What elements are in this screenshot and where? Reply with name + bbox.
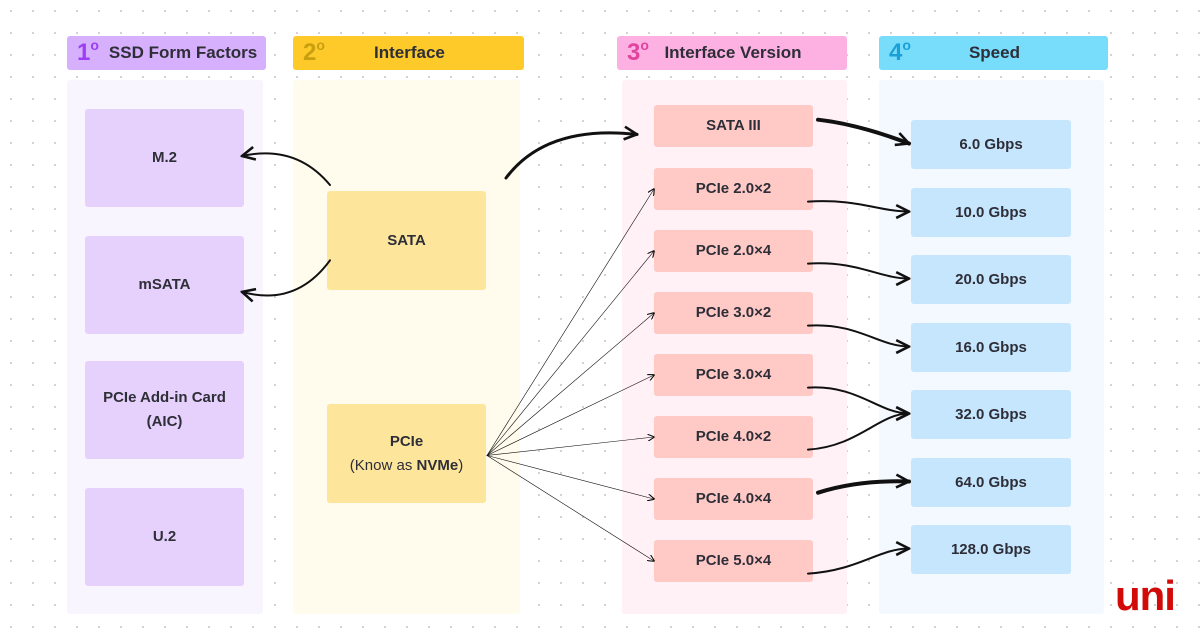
node-p34: PCIe 3.0×4 <box>654 354 813 396</box>
node-p42: PCIe 4.0×2 <box>654 416 813 458</box>
node-p22: PCIe 2.0×2 <box>654 168 813 210</box>
node-label: PCIe 4.0×4 <box>695 490 772 507</box>
node-s10: 10.0 Gbps <box>911 188 1071 237</box>
node-sublabel: (Know as NVMe) <box>349 456 464 474</box>
node-u2: U.2 <box>85 488 244 586</box>
node-m2: M.2 <box>85 109 244 207</box>
node-label: PCIe 2.0×4 <box>695 242 772 259</box>
node-label: SATA <box>387 231 426 249</box>
node-label: U.2 <box>152 528 177 545</box>
arrow-sata-to-sata3 <box>504 133 637 180</box>
node-label: PCIe Add-in Card <box>103 389 226 406</box>
node-aic: PCIe Add-in Card (AIC) <box>85 361 244 459</box>
node-p54: PCIe 5.0×4 <box>654 540 813 582</box>
step-number: 2o <box>303 37 325 66</box>
node-msata: mSATA <box>85 236 244 334</box>
node-label: 10.0 Gbps <box>955 203 1027 221</box>
node-label: PCIe 4.0×2 <box>695 428 772 445</box>
node-label: SATA III <box>706 117 761 134</box>
node-sata3: SATA III <box>654 105 813 147</box>
node-label: 32.0 Gbps <box>955 405 1027 423</box>
column-title: Interface Version <box>664 43 802 62</box>
node-label: PCIe 3.0×4 <box>695 366 772 383</box>
node-label: 16.0 Gbps <box>955 338 1027 356</box>
node-label: PCIe 2.0×2 <box>695 180 772 197</box>
node-p24: PCIe 2.0×4 <box>654 230 813 272</box>
step-number: 3o <box>627 37 649 66</box>
node-label: M.2 <box>151 149 177 166</box>
column-panel <box>293 80 520 614</box>
column-header: 3o Interface Version <box>617 36 847 70</box>
column-title: Speed <box>968 43 1020 62</box>
node-label: 64.0 Gbps <box>955 473 1027 491</box>
column-header: 1o SSD Form Factors <box>67 36 266 70</box>
column-title: Interface <box>374 43 445 62</box>
column-panel <box>622 80 847 614</box>
step-number: 4o <box>889 37 911 66</box>
node-s16: 16.0 Gbps <box>911 323 1071 372</box>
node-p32: PCIe 3.0×2 <box>654 292 813 334</box>
node-label: 20.0 Gbps <box>955 270 1027 288</box>
node-label: 128.0 Gbps <box>950 540 1032 558</box>
node-s128: 128.0 Gbps <box>911 525 1071 574</box>
node-sata: SATA <box>327 191 486 290</box>
node-label: PCIe <box>389 432 424 450</box>
column-header: 4o Speed <box>879 36 1108 70</box>
node-s6: 6.0 Gbps <box>911 120 1071 169</box>
node-s64: 64.0 Gbps <box>911 458 1071 507</box>
node-label: PCIe 3.0×2 <box>695 304 772 321</box>
column-title: SSD Form Factors <box>108 43 258 62</box>
node-p44: PCIe 4.0×4 <box>654 478 813 520</box>
step-number: 1o <box>77 37 99 66</box>
node-s20: 20.0 Gbps <box>911 255 1071 304</box>
node-s32: 32.0 Gbps <box>911 390 1071 439</box>
column-header: 2o Interface <box>293 36 524 70</box>
node-label: 6.0 Gbps <box>959 135 1023 153</box>
logo: uni <box>1115 572 1176 619</box>
node-label: PCIe 5.0×4 <box>695 552 772 569</box>
node-pcie: PCIe (Know as NVMe) <box>327 404 486 503</box>
node-label: mSATA <box>138 276 191 293</box>
node-sublabel: (AIC) <box>146 413 183 430</box>
